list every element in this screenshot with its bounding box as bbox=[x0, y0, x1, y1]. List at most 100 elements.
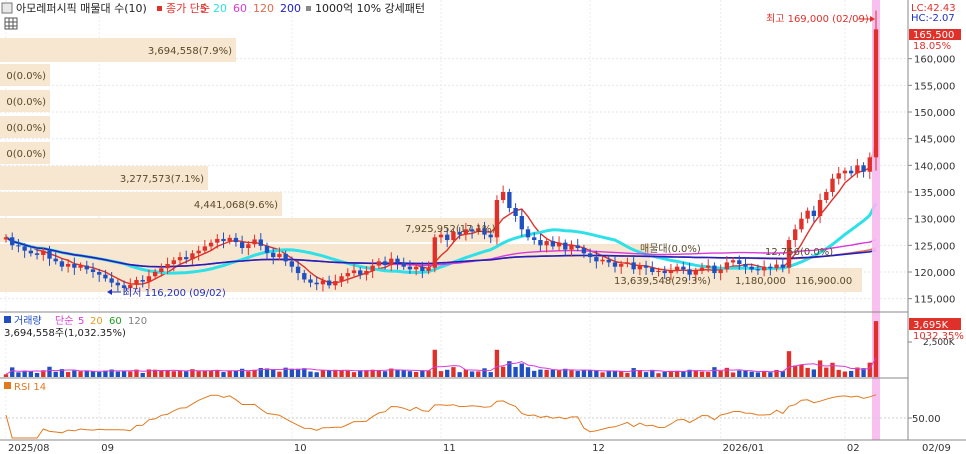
candle-body bbox=[264, 245, 270, 253]
grid-toggle-icon[interactable] bbox=[4, 17, 18, 30]
candle-body bbox=[544, 241, 549, 246]
candle-body bbox=[382, 261, 388, 266]
volume-bar bbox=[395, 370, 400, 377]
volume-bar bbox=[351, 372, 357, 377]
volume-bar bbox=[320, 369, 326, 377]
volume-bar bbox=[538, 369, 543, 377]
candle-body bbox=[650, 267, 655, 272]
volume-bar bbox=[3, 374, 9, 377]
volume-bar bbox=[830, 362, 835, 377]
volume-bar bbox=[500, 366, 506, 377]
volume-bar bbox=[619, 371, 624, 377]
volume-ma-period: 20 bbox=[90, 316, 103, 327]
y-tick-label: 120,000 bbox=[914, 268, 955, 279]
rsi-axis-tick: 50.00 bbox=[912, 414, 941, 425]
ma-legend-period: 200 bbox=[280, 2, 301, 15]
volume-profile-label: 0(0.0%) bbox=[6, 71, 46, 82]
volume-bar bbox=[848, 370, 854, 377]
candle-body bbox=[619, 264, 624, 267]
candle-body bbox=[10, 237, 15, 246]
volume-bar bbox=[184, 371, 189, 377]
candle-body bbox=[737, 260, 742, 264]
volume-bar bbox=[712, 367, 717, 377]
candle-body bbox=[252, 239, 257, 245]
candle-body bbox=[314, 282, 319, 285]
y-tick-label: 135,000 bbox=[914, 188, 955, 199]
candle-body bbox=[594, 257, 599, 262]
volume-profile-label: 3,694,558(7.9%) bbox=[148, 46, 232, 57]
volume-bar bbox=[426, 370, 431, 377]
rsi-legend-icon bbox=[4, 382, 11, 389]
volume-bar bbox=[793, 365, 798, 377]
volume-bar bbox=[171, 371, 176, 377]
candle-body bbox=[171, 260, 176, 264]
y-tick-label: 145,000 bbox=[914, 135, 955, 146]
volume-bar bbox=[755, 372, 761, 377]
volume-bar bbox=[587, 370, 593, 377]
candle-body bbox=[16, 245, 21, 247]
y-tick-label: 115,000 bbox=[914, 295, 955, 306]
candle-body bbox=[28, 250, 34, 254]
panel-menu-icon[interactable] bbox=[1, 2, 13, 14]
volume-bar bbox=[438, 371, 444, 377]
candle-body bbox=[817, 200, 823, 216]
hc-label: HC:-2.07 bbox=[911, 13, 955, 24]
candle-body bbox=[22, 246, 27, 251]
last-candle bbox=[873, 10, 879, 171]
current-percent: 18.05% bbox=[913, 41, 951, 52]
volume-profile-label: 3,277,573(7.1%) bbox=[120, 174, 204, 185]
candle-body bbox=[84, 265, 89, 270]
volume-ma-period: 5 bbox=[78, 316, 84, 327]
candle-body bbox=[656, 270, 661, 272]
x-tick-label: 10 bbox=[294, 443, 307, 454]
volume-bar bbox=[65, 372, 71, 377]
volume-bar bbox=[271, 369, 276, 377]
current-price: 165,500 bbox=[913, 30, 954, 41]
volume-ma-period: 60 bbox=[109, 316, 122, 327]
volume-current: 3,695K bbox=[913, 320, 949, 331]
volume-bar bbox=[824, 367, 829, 377]
x-tick-label: 2026/01 bbox=[723, 443, 765, 454]
volume-bar bbox=[376, 369, 382, 377]
volume-bar bbox=[656, 373, 661, 377]
candle-body bbox=[631, 262, 636, 270]
volume-bar bbox=[575, 371, 580, 377]
pattern-legend-marker bbox=[306, 6, 311, 11]
candle-body bbox=[780, 264, 785, 268]
volume-bar bbox=[631, 368, 636, 377]
candle-body bbox=[271, 252, 276, 258]
volume-ma-period: 120 bbox=[128, 316, 147, 327]
candle-body bbox=[277, 253, 282, 258]
candle-body bbox=[326, 280, 332, 286]
volume-bar bbox=[476, 371, 481, 377]
candle-body bbox=[115, 282, 121, 286]
volume-bar bbox=[53, 371, 58, 377]
high-annotation: 최고 169,000 (02/09) bbox=[766, 13, 869, 25]
mid-label-1: 7,925,952(17.1%) bbox=[405, 224, 496, 235]
candle-body bbox=[53, 258, 58, 262]
candle-body bbox=[47, 250, 52, 259]
x-tick-label: 02/09 bbox=[922, 443, 951, 454]
volume-bar bbox=[196, 371, 201, 377]
candle-body bbox=[233, 237, 239, 243]
candle-body bbox=[134, 280, 139, 285]
volume-bar bbox=[836, 369, 841, 377]
volume-bar bbox=[382, 371, 388, 377]
candle-body bbox=[376, 261, 382, 266]
volume-bar bbox=[432, 349, 437, 377]
candle-body bbox=[861, 165, 866, 172]
candle-body bbox=[724, 262, 730, 270]
candle-body bbox=[538, 240, 543, 246]
candle-body bbox=[761, 266, 767, 271]
candle-body bbox=[283, 253, 288, 262]
volume-bar bbox=[519, 363, 524, 377]
volume-profile-label: 0(0.0%) bbox=[6, 149, 46, 160]
volume-bar bbox=[749, 371, 754, 377]
volume-bar bbox=[277, 371, 282, 377]
chart-svg[interactable]: 3,694,558(7.9%) 0(0.0%) 0(0.0%) 0(0.0%) 0(0.… bbox=[0, 0, 966, 454]
volume-bar bbox=[544, 369, 549, 377]
volume-bar bbox=[221, 372, 226, 377]
chart-title: 아모레퍼시픽 매물대 수(10) bbox=[16, 2, 147, 15]
candle-body bbox=[569, 245, 574, 250]
volume-bar bbox=[693, 370, 698, 377]
